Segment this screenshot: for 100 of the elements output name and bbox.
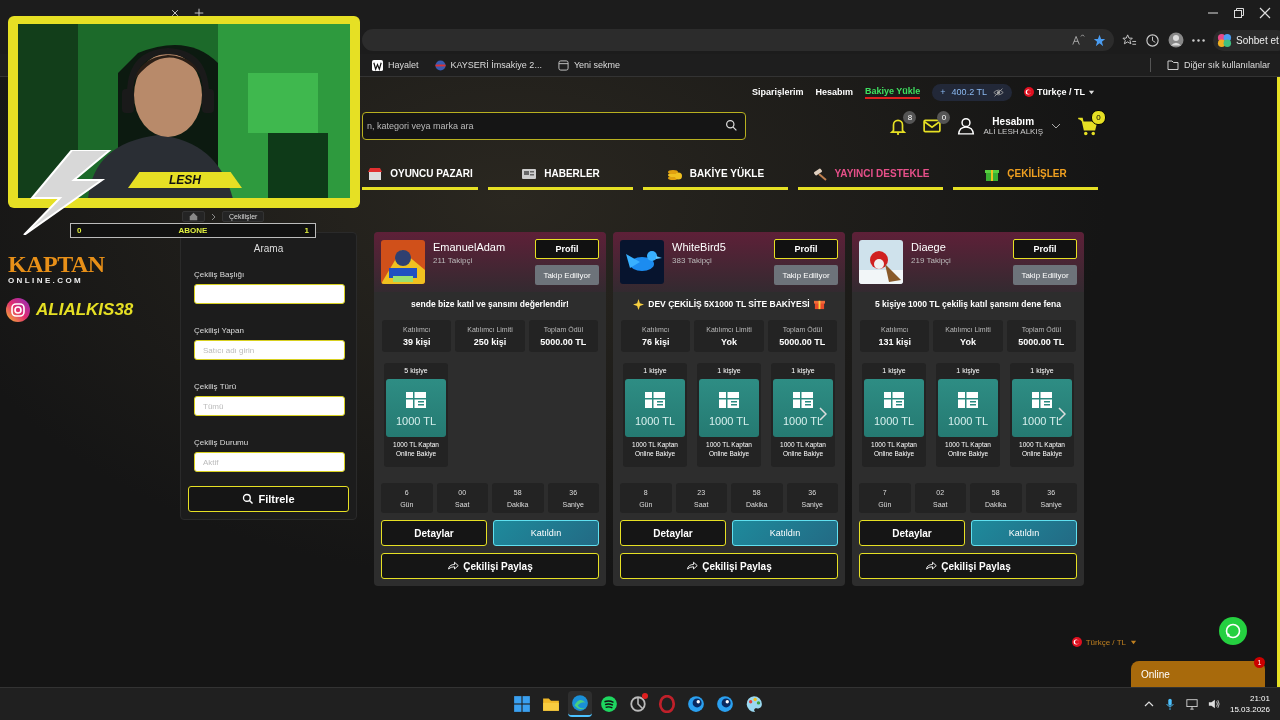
top-link[interactable]: Siparişlerim <box>751 87 804 97</box>
panel-title: Arama <box>252 243 285 254</box>
details-button[interactable]: Detaylar <box>381 520 487 546</box>
tab-icon <box>557 59 569 71</box>
follower-count: 383 Takipçi <box>672 256 713 265</box>
following-button[interactable]: Takip Ediliyor <box>774 265 838 285</box>
w-logo-icon <box>372 59 383 71</box>
subscriber-goal: 1 <box>304 226 309 235</box>
search-icon <box>242 493 255 505</box>
gift-card-icon <box>716 389 742 409</box>
whatsapp-button[interactable] <box>1219 617 1247 645</box>
instagram-icon <box>6 298 30 322</box>
field-label: Çekilişi Yapan <box>194 326 245 335</box>
mail-icon <box>923 117 942 135</box>
lightning-bolt-icon <box>22 150 112 235</box>
following-button[interactable]: Takip Ediliyor <box>1013 265 1077 285</box>
details-button[interactable]: Detaylar <box>859 520 965 546</box>
top-link[interactable]: Hesabım <box>815 87 853 97</box>
windows-icon <box>513 695 531 713</box>
input-field[interactable]: Tümü <box>194 396 345 416</box>
eye-off-icon <box>993 86 1004 98</box>
clock-date[interactable]: 15.03.2026 <box>1229 705 1270 714</box>
profile-button[interactable]: Profil <box>535 239 599 259</box>
bookmark-link[interactable]: KAYSERİ İmsakiye 2... <box>450 60 542 70</box>
stat-value: 39 kişi <box>402 336 431 347</box>
shop-icon <box>367 165 384 182</box>
search-icon <box>725 119 738 132</box>
brand-domain: ONLINE.COM <box>8 276 85 285</box>
nav-tab[interactable]: YAYINCI DESTEKLE <box>798 160 943 190</box>
joined-button[interactable]: Katıldın <box>732 520 838 546</box>
notification-count: 8 <box>903 111 917 124</box>
brand-logo-text: KAPTAN <box>8 252 105 276</box>
copilot-button[interactable]: Sohbet et <box>1213 29 1280 51</box>
gift-card-icon <box>790 389 816 409</box>
details-button[interactable]: Detaylar <box>620 520 726 546</box>
turkey-flag-icon <box>1024 87 1034 97</box>
nav-tab[interactable]: HABERLER <box>488 160 633 190</box>
user-name: EmanuelAdam <box>433 241 507 253</box>
giveaway-title: 5 kişiye 1000 TL çekiliş katıl şansını dene fena <box>875 299 1061 309</box>
folder-icon <box>1166 59 1179 71</box>
share-icon <box>925 560 938 572</box>
following-button[interactable]: Takip Ediliyor <box>535 265 599 285</box>
stat-value: 131 kişi <box>878 336 911 347</box>
copilot-icon <box>1217 32 1232 48</box>
browser-icon <box>571 694 589 712</box>
prize-amount: 1000 TL <box>708 415 750 427</box>
field-label: Çekiliş Başlığı <box>194 270 246 279</box>
palette-icon <box>745 695 763 713</box>
chevron-down-icon <box>1051 123 1061 129</box>
profile-button[interactable]: Profil <box>1013 239 1077 259</box>
language-selector[interactable]: Türkçe / TL <box>1085 637 1126 647</box>
gift-card-icon <box>403 389 429 409</box>
stat-value: Yok <box>960 336 976 347</box>
giveaway-title: DEV ÇEKİLİŞ 5X1000 TL SİTE BAKİYESİ <box>648 299 810 309</box>
speaker-icon <box>1207 698 1220 710</box>
home-crumb[interactable] <box>182 211 205 222</box>
top-link[interactable]: Bakiye Yükle <box>864 85 921 99</box>
input-field[interactable]: Aktif <box>194 452 345 472</box>
share-button[interactable]: Çekilişi Paylaş <box>859 553 1077 579</box>
restore-icon <box>1232 6 1246 20</box>
close-icon <box>1258 6 1272 20</box>
giveaway-title: sende bize katıl ve şansını değerlendir! <box>411 299 569 309</box>
plus-sign[interactable]: + <box>940 87 946 97</box>
prize-amount: 1000 TL <box>1021 415 1063 427</box>
user-name: WhiteBird5 <box>672 241 727 253</box>
joined-button[interactable]: Katıldın <box>971 520 1077 546</box>
language-selector[interactable]: Türkçe / TL <box>1037 87 1085 97</box>
prize-amount: 1000 TL <box>782 415 824 427</box>
share-button[interactable]: Çekilişi Paylaş <box>381 553 599 579</box>
joined-button[interactable]: Katıldın <box>493 520 599 546</box>
prize-amount: 1000 TL <box>634 415 676 427</box>
cart-icon <box>1077 116 1097 136</box>
nav-tab[interactable]: ÇEKİLİŞLER <box>953 160 1098 190</box>
nav-tab[interactable]: OYUNCU PAZARI <box>362 160 478 190</box>
chevron-up-icon <box>1143 700 1154 708</box>
input-field[interactable] <box>194 284 345 304</box>
turkey-flag-icon <box>1071 637 1082 647</box>
share-button[interactable]: Çekilişi Paylaş <box>620 553 838 579</box>
subscriber-start: 0 <box>77 226 82 235</box>
monitor-icon <box>1185 698 1198 710</box>
gift-card-icon <box>881 389 907 409</box>
search-field[interactable]: n, kategori veya marka ara <box>362 112 746 140</box>
favorites-icon <box>1122 32 1137 48</box>
gift-card-icon <box>1029 389 1055 409</box>
bell-icon <box>889 117 908 135</box>
clock-time[interactable]: 21:01 <box>1249 694 1270 703</box>
message-count: 0 <box>937 111 951 124</box>
profile-button[interactable]: Profil <box>774 239 838 259</box>
more-icon <box>1192 38 1205 42</box>
bookmark-link[interactable]: Diğer sık kullanılanlar <box>1183 60 1270 70</box>
microphone-icon <box>1163 698 1176 710</box>
taskbar-app[interactable] <box>568 691 592 717</box>
stat-value: 76 kişi <box>641 336 670 347</box>
bookmark-link[interactable]: Yeni sekme <box>573 60 621 70</box>
account-title[interactable]: Hesabım <box>992 116 1035 127</box>
filter-button[interactable]: Filtrele <box>188 486 349 512</box>
nav-tab[interactable]: BAKİYE YÜKLE <box>643 160 788 190</box>
stat-value: 250 kişi <box>473 336 507 347</box>
bookmark-link[interactable]: Hayalet <box>388 60 419 70</box>
orb-app-icon <box>687 695 705 713</box>
